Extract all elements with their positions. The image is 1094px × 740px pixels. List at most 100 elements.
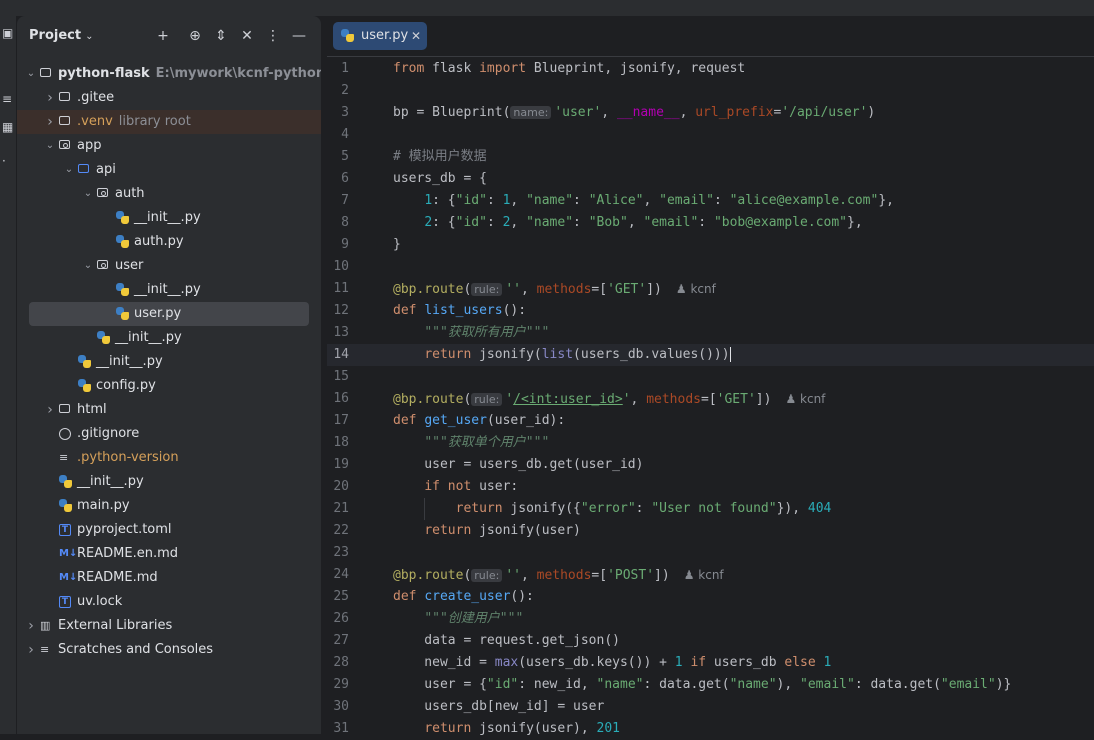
code-line[interactable]: 8 2: {"id": 2, "name": "Bob", "email": "…: [327, 212, 1094, 234]
code-line[interactable]: 22 return jsonify(user): [327, 520, 1094, 542]
tab-user-py[interactable]: user.py ✕: [333, 22, 427, 50]
toml-file-icon: T: [59, 596, 71, 608]
expand-all-icon[interactable]: ⇕: [211, 26, 231, 46]
code-line[interactable]: 21 return jsonify({"error": "User not fo…: [327, 498, 1094, 520]
tree-item[interactable]: __init__.py: [17, 326, 321, 350]
code-line[interactable]: 20 if not user:: [327, 476, 1094, 498]
code-text: users_db[new_id] = user: [393, 699, 605, 714]
code-line[interactable]: 30 users_db[new_id] = user: [327, 696, 1094, 718]
tree-item[interactable]: __init__.py: [17, 350, 321, 374]
collapse-all-icon[interactable]: ✕: [237, 26, 257, 46]
chevron-right-icon[interactable]: ›: [44, 86, 56, 110]
tree-item[interactable]: auth.py: [17, 230, 321, 254]
code-line[interactable]: 3 bp = Blueprint(name:'user', __name__, u…: [327, 102, 1094, 124]
chevron-right-icon[interactable]: ›: [25, 614, 37, 638]
tree-item[interactable]: __init__.py: [17, 470, 321, 494]
tree-item-label: app: [77, 138, 102, 153]
tree-item[interactable]: ≡ .python-version: [17, 446, 321, 470]
code-line[interactable]: 14 return jsonify(list(users_db.values()…: [327, 344, 1094, 366]
chevron-down-icon[interactable]: ⌄: [82, 182, 94, 206]
tree-item[interactable]: M↓ README.en.md: [17, 542, 321, 566]
tree-item-label: .python-version: [77, 450, 179, 465]
code-line[interactable]: 27 data = request.get_json(): [327, 630, 1094, 652]
tree-item[interactable]: › ▥ External Libraries: [17, 614, 321, 638]
project-panel-header: Project ⌄ + ⊕ ⇕ ✕ ⋮ —: [17, 16, 321, 56]
tree-item-label: __init__.py: [134, 210, 201, 225]
folder-icon: [40, 68, 51, 77]
code-line[interactable]: 23: [327, 542, 1094, 564]
line-number: 24: [333, 567, 349, 582]
code-line[interactable]: 12 def list_users():: [327, 300, 1094, 322]
tree-item[interactable]: config.py: [17, 374, 321, 398]
tree-item-label: __init__.py: [77, 474, 144, 489]
code-line[interactable]: 31 return jsonify(user), 201: [327, 718, 1094, 740]
chevron-right-icon[interactable]: ›: [44, 110, 56, 134]
code-line[interactable]: 24 @bp.route(rule: '', methods=['POST']) ♟ …: [327, 564, 1094, 586]
tree-item-label: user.py: [134, 306, 182, 321]
more-tools-icon[interactable]: ·: [2, 155, 12, 167]
chevron-right-icon[interactable]: ›: [25, 638, 37, 662]
tree-item[interactable]: __init__.py: [17, 278, 321, 302]
tree-item-label: .gitee: [77, 90, 115, 105]
tree-item[interactable]: user.py: [29, 302, 309, 326]
chevron-down-icon[interactable]: ⌄: [82, 254, 94, 278]
code-line[interactable]: 11 @bp.route(rule: '', methods=['GET']) ♟ k…: [327, 278, 1094, 300]
code-line[interactable]: 28 new_id = max(users_db.keys()) + 1 if …: [327, 652, 1094, 674]
structure-tool-icon[interactable]: ▦: [2, 121, 13, 133]
commit-tool-icon[interactable]: ≡: [2, 93, 12, 105]
project-view-selector[interactable]: Project ⌄: [29, 28, 93, 43]
code-line[interactable]: 26 """创建用户""": [327, 608, 1094, 630]
tree-item-label: __init__.py: [134, 282, 201, 297]
code-line[interactable]: 5 # 模拟用户数据: [327, 146, 1094, 168]
code-line[interactable]: 4: [327, 124, 1094, 146]
code-line[interactable]: 6 users_db = {: [327, 168, 1094, 190]
tree-item[interactable]: ⌄ user: [17, 254, 321, 278]
tree-item[interactable]: M↓ README.md: [17, 566, 321, 590]
code-text: bp = Blueprint(name:'user', __name__, ur…: [393, 105, 876, 120]
tree-item[interactable]: ⌄ app: [17, 134, 321, 158]
tree-item[interactable]: Tpyproject.toml: [17, 518, 321, 542]
chevron-down-icon[interactable]: ⌄: [25, 62, 37, 86]
project-tool-icon[interactable]: ▣: [2, 27, 13, 39]
code-line[interactable]: 15: [327, 366, 1094, 388]
code-line[interactable]: 19 user = users_db.get(user_id): [327, 454, 1094, 476]
line-number: 31: [333, 721, 349, 736]
python-file-icon: [341, 29, 354, 42]
tree-item[interactable]: › ≡ Scratches and Consoles: [17, 638, 321, 662]
chevron-down-icon[interactable]: ⌄: [44, 134, 56, 158]
tree-item[interactable]: › .gitee: [17, 86, 321, 110]
tree-item[interactable]: Tuv.lock: [17, 590, 321, 614]
tree-item[interactable]: ⌄ auth: [17, 182, 321, 206]
tree-item[interactable]: › .venv library root: [17, 110, 321, 134]
code-line[interactable]: 29 user = {"id": new_id, "name": data.ge…: [327, 674, 1094, 696]
source-folder-icon: [78, 164, 89, 173]
new-file-icon[interactable]: +: [153, 26, 173, 46]
folder-icon: [59, 404, 70, 413]
line-number: 17: [333, 413, 349, 428]
code-line[interactable]: 13 """获取所有用户""": [327, 322, 1094, 344]
tree-item[interactable]: .gitignore: [17, 422, 321, 446]
tree-item[interactable]: ⌄ python-flaskE:\mywork\kcnf-python\pytho…: [17, 62, 321, 86]
line-number: 10: [333, 259, 349, 274]
tree-item[interactable]: › html: [17, 398, 321, 422]
chevron-right-icon[interactable]: ›: [44, 398, 56, 422]
code-line[interactable]: 17 def get_user(user_id):: [327, 410, 1094, 432]
options-menu-icon[interactable]: ⋮: [263, 26, 283, 46]
python-file-icon: [116, 211, 129, 224]
code-line[interactable]: 10: [327, 256, 1094, 278]
tree-item[interactable]: main.py: [17, 494, 321, 518]
close-tab-icon[interactable]: ✕: [411, 22, 421, 50]
chevron-down-icon[interactable]: ⌄: [63, 158, 75, 182]
tree-item[interactable]: __init__.py: [17, 206, 321, 230]
locate-file-icon[interactable]: ⊕: [185, 26, 205, 46]
code-line[interactable]: 2: [327, 80, 1094, 102]
code-line[interactable]: 9}: [327, 234, 1094, 256]
line-number: 5: [341, 149, 349, 164]
tree-item[interactable]: ⌄ api: [17, 158, 321, 182]
hide-panel-icon[interactable]: —: [289, 26, 309, 46]
code-line[interactable]: 16 @bp.route(rule: '/<int:user_id>', metho…: [327, 388, 1094, 410]
code-line[interactable]: 1 from flask import Blueprint, jsonify, r…: [327, 58, 1094, 80]
code-line[interactable]: 18 """获取单个用户""": [327, 432, 1094, 454]
code-line[interactable]: 7 1: {"id": 1, "name": "Alice", "email":…: [327, 190, 1094, 212]
code-line[interactable]: 25 def create_user():: [327, 586, 1094, 608]
